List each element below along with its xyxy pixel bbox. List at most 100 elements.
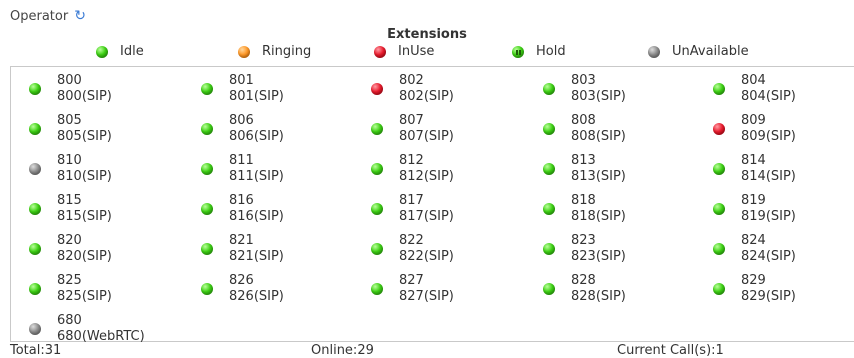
legend-idle: Idle: [96, 44, 144, 59]
extension-detail: 823(SIP): [571, 249, 626, 264]
legend-unavailable: UnAvailable: [648, 44, 749, 59]
extension-label: 826 826(SIP): [229, 273, 284, 305]
extension-label: 827 827(SIP): [399, 273, 454, 305]
extension-detail: 800(SIP): [57, 89, 112, 104]
idle-status-icon: [29, 283, 41, 295]
extension-number: 802: [399, 73, 424, 88]
extension-label: 809 809(SIP): [741, 113, 796, 145]
idle-status-icon: [543, 203, 555, 215]
extension-detail: 812(SIP): [399, 169, 454, 184]
extension-818[interactable]: 818 818(SIP): [543, 193, 626, 225]
extension-detail: 809(SIP): [741, 129, 796, 144]
extension-number: 810: [57, 153, 82, 168]
extension-label: 804 804(SIP): [741, 73, 796, 105]
extension-814[interactable]: 814 814(SIP): [713, 153, 796, 185]
idle-status-icon: [371, 123, 383, 135]
extension-801[interactable]: 801 801(SIP): [201, 73, 284, 105]
extensions-panel: 800 800(SIP) 801 801(SIP) 802 802(SIP) 803 803(…: [10, 66, 854, 345]
extension-800[interactable]: 800 800(SIP): [29, 73, 112, 105]
extension-number: 820: [57, 233, 82, 248]
legend-idle-label: Idle: [120, 44, 144, 59]
extension-detail: 803(SIP): [571, 89, 626, 104]
inuse-status-icon: [371, 83, 383, 95]
extension-813[interactable]: 813 813(SIP): [543, 153, 626, 185]
extension-812[interactable]: 812 812(SIP): [371, 153, 454, 185]
extension-808[interactable]: 808 808(SIP): [543, 113, 626, 145]
extension-829[interactable]: 829 829(SIP): [713, 273, 796, 305]
extension-label: 824 824(SIP): [741, 233, 796, 265]
extension-number: 805: [57, 113, 82, 128]
extension-825[interactable]: 825 825(SIP): [29, 273, 112, 305]
extension-803[interactable]: 803 803(SIP): [543, 73, 626, 105]
extension-824[interactable]: 824 824(SIP): [713, 233, 796, 265]
extension-807[interactable]: 807 807(SIP): [371, 113, 454, 145]
extension-detail: 680(WebRTC): [57, 329, 145, 344]
extension-number: 804: [741, 73, 766, 88]
extension-number: 819: [741, 193, 766, 208]
extension-821[interactable]: 821 821(SIP): [201, 233, 284, 265]
extension-label: 818 818(SIP): [571, 193, 626, 225]
extension-815[interactable]: 815 815(SIP): [29, 193, 112, 225]
extension-804[interactable]: 804 804(SIP): [713, 73, 796, 105]
refresh-icon[interactable]: ↻: [74, 8, 86, 24]
extension-number: 822: [399, 233, 424, 248]
extension-820[interactable]: 820 820(SIP): [29, 233, 112, 265]
extension-806[interactable]: 806 806(SIP): [201, 113, 284, 145]
extension-number: 821: [229, 233, 254, 248]
idle-status-icon: [713, 243, 725, 255]
extension-826[interactable]: 826 826(SIP): [201, 273, 284, 305]
idle-status-icon: [543, 283, 555, 295]
extension-detail: 822(SIP): [399, 249, 454, 264]
extension-number: 809: [741, 113, 766, 128]
extension-detail: 819(SIP): [741, 209, 796, 224]
extension-detail: 825(SIP): [57, 289, 112, 304]
legend-inuse: InUse: [374, 44, 434, 59]
idle-status-icon: [371, 203, 383, 215]
extension-817[interactable]: 817 817(SIP): [371, 193, 454, 225]
extension-number: 800: [57, 73, 82, 88]
inuse-status-icon: [374, 45, 386, 58]
extension-822[interactable]: 822 822(SIP): [371, 233, 454, 265]
extension-809[interactable]: 809 809(SIP): [713, 113, 796, 145]
idle-status-icon: [201, 283, 213, 295]
extension-810[interactable]: 810 810(SIP): [29, 153, 112, 185]
extension-816[interactable]: 816 816(SIP): [201, 193, 284, 225]
extension-label: 813 813(SIP): [571, 153, 626, 185]
extension-number: 680: [57, 313, 82, 328]
extension-detail: 801(SIP): [229, 89, 284, 104]
extension-number: 829: [741, 273, 766, 288]
extension-detail: 824(SIP): [741, 249, 796, 264]
idle-status-icon: [543, 163, 555, 175]
idle-status-icon: [201, 243, 213, 255]
operator-label: Operator: [10, 8, 69, 24]
operator-header: Operator ↻: [10, 8, 86, 24]
idle-status-icon: [29, 123, 41, 135]
extension-828[interactable]: 828 828(SIP): [543, 273, 626, 305]
legend-ringing: Ringing: [238, 44, 311, 59]
extension-number: 825: [57, 273, 82, 288]
idle-status-icon: [29, 203, 41, 215]
extension-number: 823: [571, 233, 596, 248]
extension-number: 828: [571, 273, 596, 288]
extension-827[interactable]: 827 827(SIP): [371, 273, 454, 305]
extension-label: 807 807(SIP): [399, 113, 454, 145]
legend-unavailable-label: UnAvailable: [672, 44, 749, 59]
unavailable-status-icon: [29, 323, 41, 335]
extension-label: 829 829(SIP): [741, 273, 796, 305]
extension-number: 826: [229, 273, 254, 288]
ringing-status-icon: [238, 45, 250, 58]
extension-811[interactable]: 811 811(SIP): [201, 153, 284, 185]
extension-number: 814: [741, 153, 766, 168]
extension-number: 811: [229, 153, 254, 168]
extension-802[interactable]: 802 802(SIP): [371, 73, 454, 105]
extension-680[interactable]: 680 680(WebRTC): [29, 313, 145, 345]
extension-805[interactable]: 805 805(SIP): [29, 113, 112, 145]
extension-823[interactable]: 823 823(SIP): [543, 233, 626, 265]
extension-819[interactable]: 819 819(SIP): [713, 193, 796, 225]
extension-detail: 826(SIP): [229, 289, 284, 304]
extension-number: 815: [57, 193, 82, 208]
extension-number: 812: [399, 153, 424, 168]
extension-label: 810 810(SIP): [57, 153, 112, 185]
extension-label: 823 823(SIP): [571, 233, 626, 265]
legend-hold-label: Hold: [536, 44, 566, 59]
